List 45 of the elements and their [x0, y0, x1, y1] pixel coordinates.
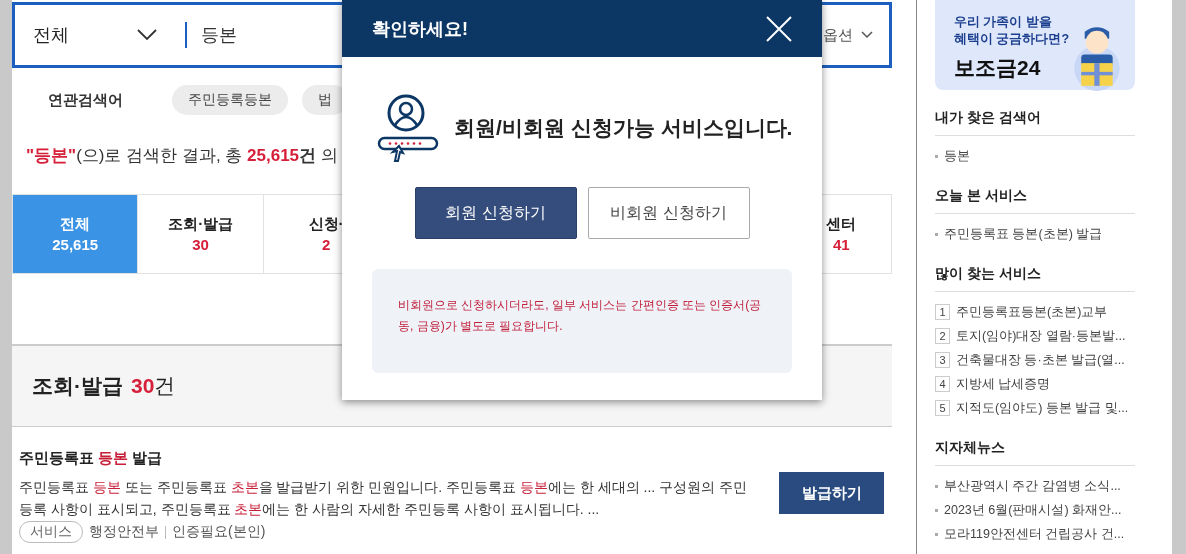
news-link[interactable]: 2023년 6월(판매시설) 화재안... — [944, 501, 1122, 519]
rank-number: 3 — [935, 352, 950, 368]
section-heading: 지자체뉴스 — [935, 420, 1135, 466]
scope-dropdown[interactable]: 전체 — [15, 23, 175, 47]
related-keyword[interactable]: 주민등록등본 — [172, 85, 288, 115]
section-heading: 오늘 본 서비스 — [935, 168, 1135, 214]
rank-number: 4 — [935, 376, 950, 392]
search-field[interactable]: 등본 — [199, 23, 263, 47]
auth-label: 인증필요(본인) — [172, 523, 266, 541]
banner[interactable]: 우리 가족이 받을 혜택이 궁금하다면? 보조금24 — [935, 0, 1135, 90]
banner-text: 혜택이 궁금하다면? — [954, 31, 1070, 48]
service-link[interactable]: 지적도(임야도) 등본 발급 및... — [956, 399, 1129, 417]
service-link[interactable]: 건축물대장 등·초본 발급(열... — [956, 351, 1125, 369]
member-apply-button[interactable]: 회원 신청하기 — [414, 187, 577, 239]
close-icon — [766, 15, 792, 42]
section-heading: 내가 찾은 검색어 — [935, 90, 1135, 136]
chevron-down-icon — [137, 29, 157, 41]
close-button[interactable] — [766, 15, 792, 42]
user-password-icon — [376, 93, 440, 163]
agency-label: 행정안전부 — [89, 523, 159, 541]
related-label: 연관검색어 — [48, 90, 124, 110]
service-link[interactable]: 지방세 납세증명 — [956, 375, 1051, 393]
chevron-down-icon — [861, 31, 873, 39]
dialog-title: 확인하세요! — [372, 17, 468, 41]
news-link[interactable]: 모라119안전센터 건립공사 건... — [944, 525, 1125, 543]
section-heading: 많이 찾는 서비스 — [935, 246, 1135, 292]
service-link[interactable]: 주민등록표등본(초본)교부 — [956, 303, 1108, 321]
service-link[interactable]: 토지(임야)대장 열람·등본발... — [956, 327, 1126, 345]
banner-text: 우리 가족이 받을 — [954, 14, 1053, 31]
issue-button[interactable]: 발급하기 — [779, 472, 884, 514]
result-title[interactable]: 주민등록표 등본 발급 — [19, 449, 759, 468]
options-toggle[interactable]: 옵션 — [817, 24, 879, 46]
service-link[interactable]: 주민등록표 등본(초본) 발급 — [944, 225, 1103, 243]
notice-text: 비회원으로 신청하시더라도, 일부 서비스는 간편인증 또는 인증서(공동, 금융)가 별도로 필요합니다. — [398, 297, 763, 335]
result-description: 주민등록표 등본 또는 주민등록표 초본을 발급받기 위한 민원입니다. 주민등록표 등본에는 한 세대의 ... 구성원의 주민 등록 사항이 표시되고, 주민등록표 초본에는 한 사람의 자세한 주민등록 사항이 표시됩니다. ... — [19, 478, 749, 519]
news-link[interactable]: 부산광역시 주간 감염병 소식... — [944, 477, 1121, 495]
section-title: 조회·발급 30건 — [32, 373, 176, 399]
rank-number: 5 — [935, 400, 950, 416]
rank-number: 2 — [935, 328, 950, 344]
result-summary: "등본"(으)로 검색한 결과, 총 25,615건 의 — [26, 145, 339, 167]
guest-apply-button[interactable]: 비회원 신청하기 — [587, 187, 750, 239]
rank-number: 1 — [935, 304, 950, 320]
dialog-message: 회원/비회원 신청가능 서비스입니다. — [454, 115, 793, 141]
banner-title: 보조금24 — [954, 55, 1042, 81]
recent-search-link[interactable]: 등본 — [944, 147, 970, 165]
